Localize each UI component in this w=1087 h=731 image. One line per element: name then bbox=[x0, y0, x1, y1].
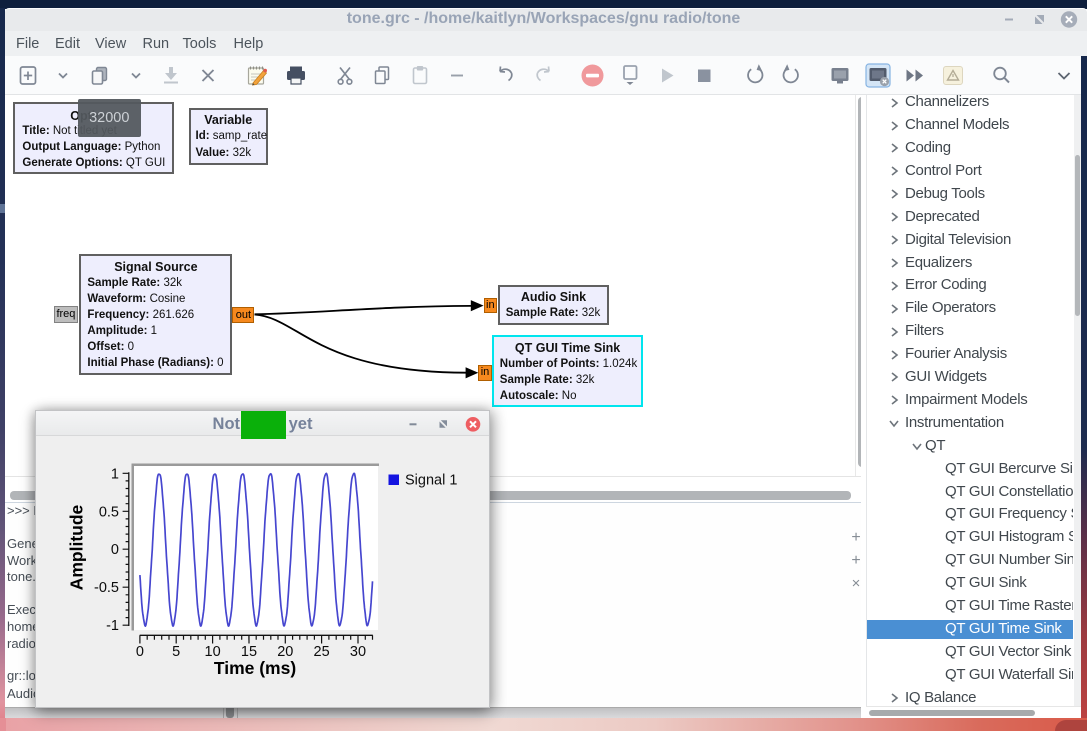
svg-text:Amplitude: Amplitude bbox=[67, 504, 87, 590]
svg-text:Signal 1: Signal 1 bbox=[405, 473, 457, 489]
svg-text:-0.5: -0.5 bbox=[94, 580, 119, 596]
svg-text:0: 0 bbox=[111, 542, 119, 558]
svg-text:0: 0 bbox=[136, 644, 144, 660]
svg-text:25: 25 bbox=[314, 644, 330, 660]
svg-text:1: 1 bbox=[111, 466, 119, 482]
svg-text:0.5: 0.5 bbox=[99, 504, 119, 520]
svg-text:-1: -1 bbox=[106, 618, 119, 634]
svg-text:Time (ms): Time (ms) bbox=[214, 658, 296, 678]
svg-text:5: 5 bbox=[172, 644, 180, 660]
svg-text:30: 30 bbox=[350, 644, 366, 660]
